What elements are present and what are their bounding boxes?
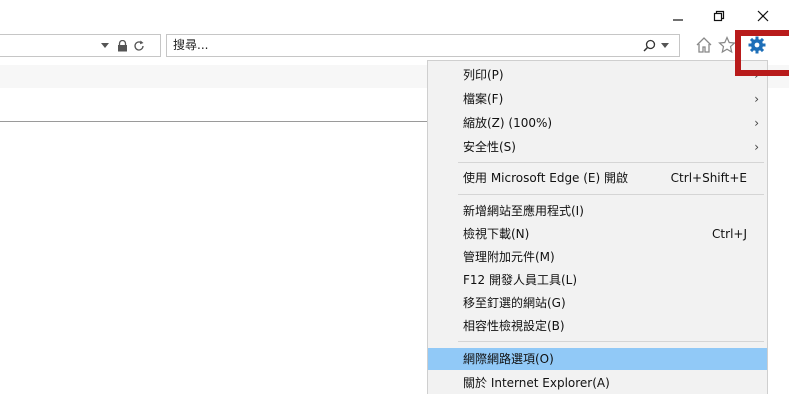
restore-icon[interactable] bbox=[707, 6, 731, 26]
menu-item-label: 使用 Microsoft Edge (E) 開啟 bbox=[463, 171, 629, 185]
search-dropdown-icon[interactable] bbox=[658, 35, 672, 56]
menu-separator bbox=[458, 194, 764, 195]
menu-item-label: 列印(P) bbox=[463, 68, 504, 82]
minimize-icon[interactable] bbox=[666, 6, 690, 26]
content-divider bbox=[0, 121, 430, 122]
home-icon[interactable] bbox=[693, 34, 715, 56]
menu-item-pinned-sites[interactable]: 移至釘選的網站(G) bbox=[428, 292, 767, 314]
menu-item-dev-tools[interactable]: F12 開發人員工具(L) bbox=[428, 269, 767, 291]
tools-menu: 列印(P) › 檔案(F) › 縮放(Z) (100%) › 安全性(S) › … bbox=[427, 60, 768, 394]
lock-icon[interactable] bbox=[115, 35, 129, 56]
close-icon[interactable] bbox=[751, 6, 775, 26]
highlight-annotation bbox=[735, 30, 789, 76]
menu-item-add-site-to-apps[interactable]: 新增網站至應用程式(I) bbox=[428, 200, 767, 222]
menu-item-manage-addons[interactable]: 管理附加元件(M) bbox=[428, 246, 767, 268]
dropdown-icon[interactable] bbox=[98, 35, 112, 56]
menu-item-label: 移至釘選的網站(G) bbox=[463, 296, 566, 310]
menu-item-label: 管理附加元件(M) bbox=[463, 250, 555, 264]
submenu-arrow-icon: › bbox=[754, 140, 759, 154]
menu-item-compat-view[interactable]: 相容性檢視設定(B) bbox=[428, 315, 767, 337]
menu-item-shortcut: Ctrl+Shift+E bbox=[670, 171, 747, 185]
menu-item-label: 相容性檢視設定(B) bbox=[463, 319, 565, 333]
menu-item-label: 網際網路選項(O) bbox=[463, 352, 554, 366]
menu-item-file[interactable]: 檔案(F) › bbox=[428, 88, 767, 110]
search-text: 搜尋... bbox=[173, 38, 209, 52]
search-icon[interactable] bbox=[641, 35, 657, 56]
menu-item-safety[interactable]: 安全性(S) › bbox=[428, 136, 767, 158]
menu-item-view-downloads[interactable]: 檢視下載(N) Ctrl+J bbox=[428, 223, 767, 245]
menu-item-label: F12 開發人員工具(L) bbox=[463, 273, 578, 287]
submenu-arrow-icon: › bbox=[754, 92, 759, 106]
menu-separator bbox=[458, 162, 764, 163]
menu-item-zoom[interactable]: 縮放(Z) (100%) › bbox=[428, 112, 767, 134]
submenu-arrow-icon: › bbox=[754, 116, 759, 130]
menu-item-label: 關於 Internet Explorer(A) bbox=[463, 376, 610, 390]
menu-item-print[interactable]: 列印(P) › bbox=[428, 64, 767, 86]
menu-separator bbox=[458, 341, 764, 342]
address-bar[interactable] bbox=[0, 34, 161, 57]
menu-item-label: 縮放(Z) (100%) bbox=[463, 116, 553, 130]
refresh-icon[interactable] bbox=[131, 35, 147, 56]
menu-item-label: 檢視下載(N) bbox=[463, 227, 530, 241]
browser-window: 搜尋... 列印(P) › 檔案(F) › 縮放(Z) (100%) › 安全性… bbox=[0, 0, 789, 394]
menu-item-label: 安全性(S) bbox=[463, 140, 516, 154]
menu-item-about-ie[interactable]: 關於 Internet Explorer(A) bbox=[428, 372, 767, 394]
menu-item-internet-options[interactable]: 網際網路選項(O) bbox=[428, 348, 767, 370]
menu-item-open-in-edge[interactable]: 使用 Microsoft Edge (E) 開啟 Ctrl+Shift+E bbox=[428, 167, 767, 189]
menu-item-label: 檔案(F) bbox=[463, 92, 504, 106]
menu-item-label: 新增網站至應用程式(I) bbox=[463, 204, 584, 218]
search-input[interactable]: 搜尋... bbox=[166, 34, 680, 57]
menu-item-shortcut: Ctrl+J bbox=[712, 227, 747, 241]
